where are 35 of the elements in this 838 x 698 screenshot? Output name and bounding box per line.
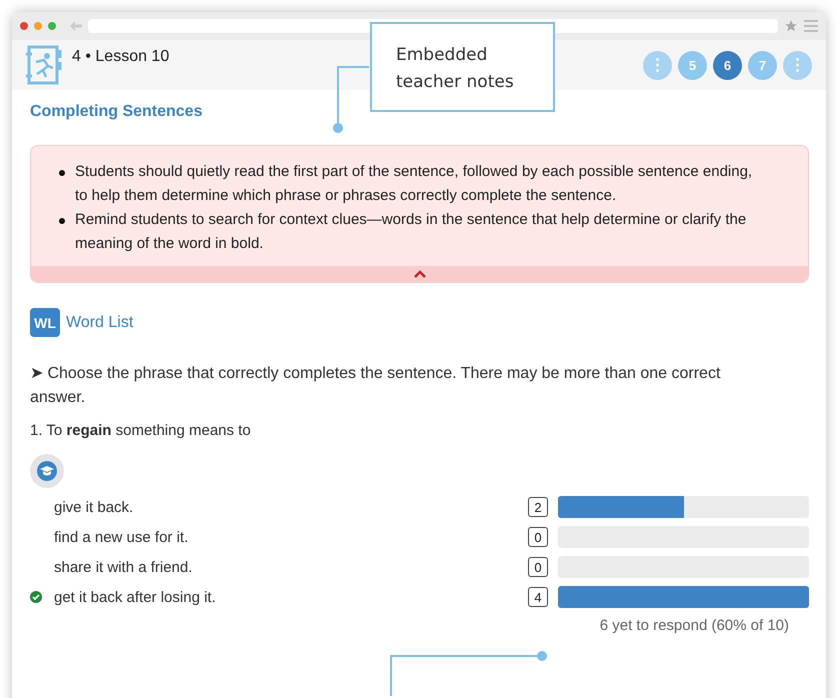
more-pages-button[interactable]: ⋮: [643, 50, 672, 80]
bullet-icon: [59, 218, 65, 224]
maximize-dot-icon[interactable]: [48, 22, 56, 30]
response-status: 6 yet to respond (60% of 10): [598, 617, 790, 634]
page-button[interactable]: 5: [678, 50, 707, 80]
collapse-toggle[interactable]: [31, 266, 808, 282]
answer-option: share it with a friend.: [54, 558, 192, 576]
response-count: 4: [528, 587, 548, 607]
response-count: 2: [528, 497, 548, 517]
response-count: 0: [528, 557, 548, 577]
callout-box: Embedded teacher notes: [370, 22, 555, 112]
question-text: 1. To regain something means to: [30, 422, 252, 439]
answer-option: find a new use for it.: [54, 528, 188, 546]
graduation-cap-icon: [30, 454, 64, 488]
note-text: Students should quietly read the first part of the sentence, followed by each possible sentence ending, to help them determine which phrase or phrases correctly complete the sentence.: [75, 162, 754, 206]
close-dot-icon[interactable]: [20, 22, 28, 30]
more-pages-button[interactable]: ⋮: [783, 50, 812, 80]
chevron-icon: [414, 270, 426, 278]
word-list-link[interactable]: Word List: [66, 314, 134, 332]
instruction-text: ➤ Choose the phrase that correctly completes the sentence. There may be more than one correct answer.: [30, 364, 722, 408]
page-button[interactable]: 7: [748, 50, 777, 80]
star-icon[interactable]: [784, 19, 798, 33]
response-count: 0: [528, 527, 548, 547]
note-text: Remind students to search for context clues—words in the sentence that help determine or clarify the meaning of the word in bold.: [75, 210, 748, 254]
lesson-title: 4 • Lesson 10: [72, 48, 170, 66]
word-list-badge[interactable]: WL: [30, 308, 60, 337]
back-arrow-icon[interactable]: [70, 21, 82, 31]
answer-option: get it back after losing it.: [54, 588, 216, 606]
page-button[interactable]: 6: [713, 50, 742, 80]
minimize-dot-icon[interactable]: [34, 22, 42, 30]
lesson-book-icon: [24, 44, 64, 86]
menu-icon[interactable]: [804, 20, 818, 32]
bullet-icon: [59, 170, 65, 176]
answer-option: give it back.: [54, 498, 134, 516]
section-title: Completing Sentences: [30, 103, 204, 121]
